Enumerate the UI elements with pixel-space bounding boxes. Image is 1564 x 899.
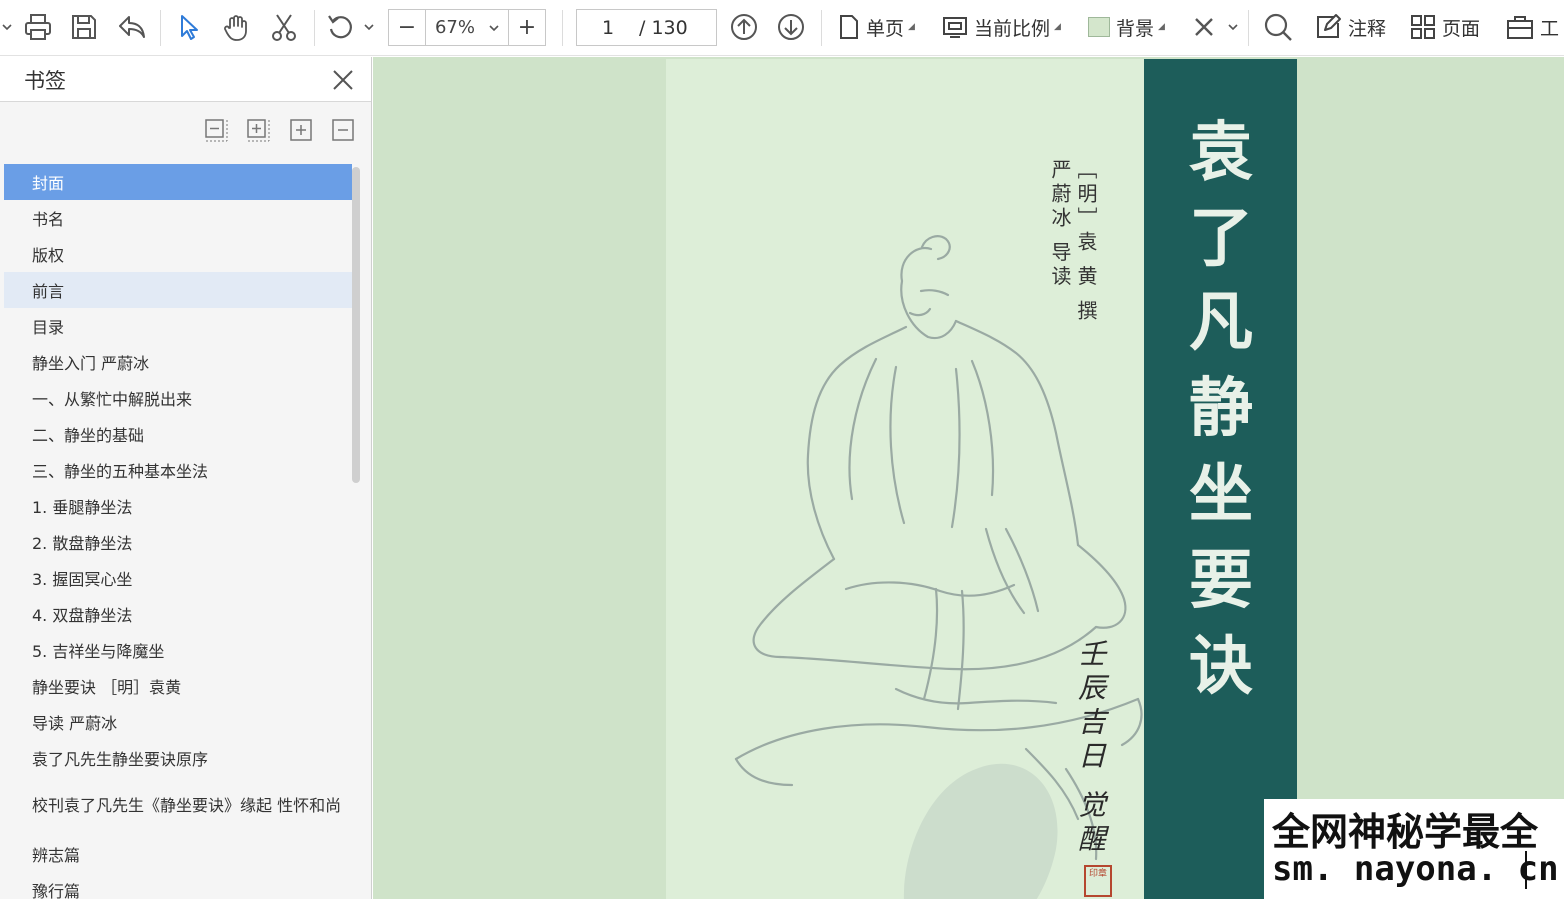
- background-label: 背景: [1116, 17, 1155, 40]
- author-line-1: ［明］袁 黄 撰: [1074, 159, 1098, 324]
- next-page-icon[interactable]: [775, 6, 807, 48]
- bookmark-item[interactable]: 1. 垂腿静坐法: [4, 488, 352, 524]
- bookmark-list: 封面 书名 版权 前言 目录 静坐入门 严蔚冰 一、从繁忙中解脱出来 二、静坐的基础 三、静坐的…: [4, 164, 352, 899]
- undo-icon[interactable]: [112, 6, 152, 48]
- watermark-line-2: sm. nayona. cn: [1272, 849, 1559, 889]
- rotate-icon[interactable]: [322, 6, 360, 48]
- bookmark-item[interactable]: 静坐要诀 ［明］袁黄: [4, 668, 352, 704]
- zoom-select[interactable]: 67%: [425, 10, 509, 45]
- pages-button[interactable]: 页面: [1410, 6, 1480, 48]
- zoom-control: − 67% +: [388, 9, 546, 46]
- bookmark-item[interactable]: 2. 散盘静坐法: [4, 524, 352, 560]
- bookmark-item[interactable]: 5. 吉祥坐与降魔坐: [4, 632, 352, 668]
- total-pages: / 130: [639, 16, 688, 39]
- background-button[interactable]: 背景 ◢: [1088, 6, 1165, 48]
- print-icon[interactable]: [18, 6, 58, 48]
- page-navigator[interactable]: 1 / 130: [576, 9, 717, 46]
- pages-icon: [1411, 15, 1435, 39]
- fit-icon: [943, 17, 967, 38]
- title-character: 诀: [1189, 629, 1253, 704]
- background-swatch: [1088, 17, 1110, 37]
- page-icon: [840, 15, 858, 39]
- fit-ratio-button[interactable]: 当前比例 ◢: [942, 6, 1061, 48]
- zoom-in-icon[interactable]: +: [509, 10, 545, 45]
- bookmark-panel: 书签 封面 书名 版权 前言 目录 静坐入门 严蔚冰 一、从繁忙中解脱出来 二、静坐的基础 三、…: [0, 57, 372, 899]
- bookmark-tools: [0, 103, 371, 159]
- tools-label: 工: [1540, 17, 1560, 40]
- add-bookmark-icon[interactable]: [288, 117, 314, 143]
- title-character: 袁: [1189, 115, 1253, 190]
- bookmark-item[interactable]: 豫行篇: [4, 872, 352, 899]
- author-line-2: 严蔚冰 导读: [1048, 159, 1072, 290]
- tools-button[interactable]: 工: [1506, 6, 1559, 48]
- title-character: 静: [1189, 371, 1253, 446]
- bookmark-item[interactable]: 封面: [4, 164, 352, 200]
- tools-icon: [1507, 16, 1533, 39]
- red-seal-stamp: 印章: [1084, 865, 1112, 897]
- bookmark-item[interactable]: 校刊袁了凡先生《静坐要诀》缘起 性怀和尚: [4, 776, 352, 836]
- main-toolbar: − 67% + 1 / 130 单页 ◢ 当前比例 ◢ 背景 ◢ 注释 页面 工: [0, 0, 1564, 56]
- chevron-down-icon: [489, 24, 499, 31]
- title-character: 了: [1189, 201, 1253, 276]
- annotate-button[interactable]: 注释: [1314, 6, 1386, 48]
- zoom-out-icon[interactable]: −: [389, 10, 425, 45]
- close-icon[interactable]: [330, 67, 356, 93]
- title-character: 坐: [1189, 457, 1253, 532]
- cut-icon[interactable]: [264, 6, 304, 48]
- document-view[interactable]: ［明］袁 黄 撰 严蔚冰 导读 壬辰吉日 觉醒 印章 袁了凡静坐要诀: [373, 57, 1564, 899]
- bookmark-item[interactable]: 版权: [4, 236, 352, 272]
- select-icon[interactable]: [170, 6, 208, 48]
- search-icon[interactable]: [1260, 6, 1296, 48]
- calligraphy-inscription: 壬辰吉日 觉醒: [1074, 639, 1107, 858]
- bookmark-panel-title: 书签: [24, 69, 66, 93]
- bookmark-item[interactable]: 静坐入门 严蔚冰: [4, 344, 352, 380]
- single-page-label: 单页: [866, 17, 905, 40]
- watermark-line-1: 全网神秘学最全: [1272, 810, 1539, 854]
- close-dropdown[interactable]: [1226, 6, 1240, 48]
- toolbar-overflow-caret[interactable]: [0, 6, 14, 48]
- bookmark-scrollbar[interactable]: [352, 167, 360, 483]
- title-character: 要: [1189, 543, 1253, 618]
- annotate-label: 注释: [1348, 17, 1387, 40]
- seal-text: 印章: [1088, 869, 1107, 879]
- single-page-button[interactable]: 单页 ◢: [838, 6, 915, 48]
- remove-bookmark-icon[interactable]: [330, 117, 356, 143]
- text-caret: [1525, 851, 1527, 889]
- title-character: 凡: [1189, 285, 1253, 360]
- collapse-all-icon[interactable]: [203, 117, 229, 143]
- hand-icon[interactable]: [216, 6, 256, 48]
- current-page-input[interactable]: 1: [577, 17, 639, 39]
- close-icon[interactable]: [1188, 6, 1220, 48]
- zoom-value: 67%: [434, 17, 475, 38]
- rotate-dropdown[interactable]: [362, 6, 376, 48]
- bookmark-item[interactable]: 二、静坐的基础: [4, 416, 352, 452]
- bookmark-item[interactable]: 目录: [4, 308, 352, 344]
- bookmark-item[interactable]: 前言: [4, 272, 352, 308]
- bookmark-item[interactable]: 袁了凡先生静坐要诀原序: [4, 740, 352, 776]
- fit-ratio-label: 当前比例: [974, 17, 1051, 40]
- bookmark-item[interactable]: 导读 严蔚冰: [4, 704, 352, 740]
- bookmark-item[interactable]: 三、静坐的五种基本坐法: [4, 452, 352, 488]
- expand-all-icon[interactable]: [245, 117, 271, 143]
- bookmark-item[interactable]: 4. 双盘静坐法: [4, 596, 352, 632]
- pages-label: 页面: [1442, 17, 1481, 40]
- title-band: 袁了凡静坐要诀: [1144, 59, 1297, 899]
- bookmark-item[interactable]: 辨志篇: [4, 836, 352, 872]
- watermark-overlay: 全网神秘学最全 sm. nayona. cn: [1264, 799, 1564, 899]
- bookmark-item[interactable]: 书名: [4, 200, 352, 236]
- bookmark-item[interactable]: 3. 握固冥心坐: [4, 560, 352, 596]
- book-cover-page: ［明］袁 黄 撰 严蔚冰 导读 壬辰吉日 觉醒 印章 袁了凡静坐要诀: [666, 59, 1297, 899]
- bookmark-panel-header: 书签: [0, 57, 371, 102]
- save-icon[interactable]: [64, 6, 104, 48]
- bookmark-item[interactable]: 一、从繁忙中解脱出来: [4, 380, 352, 416]
- annotate-icon: [1317, 14, 1341, 38]
- prev-page-icon[interactable]: [728, 6, 760, 48]
